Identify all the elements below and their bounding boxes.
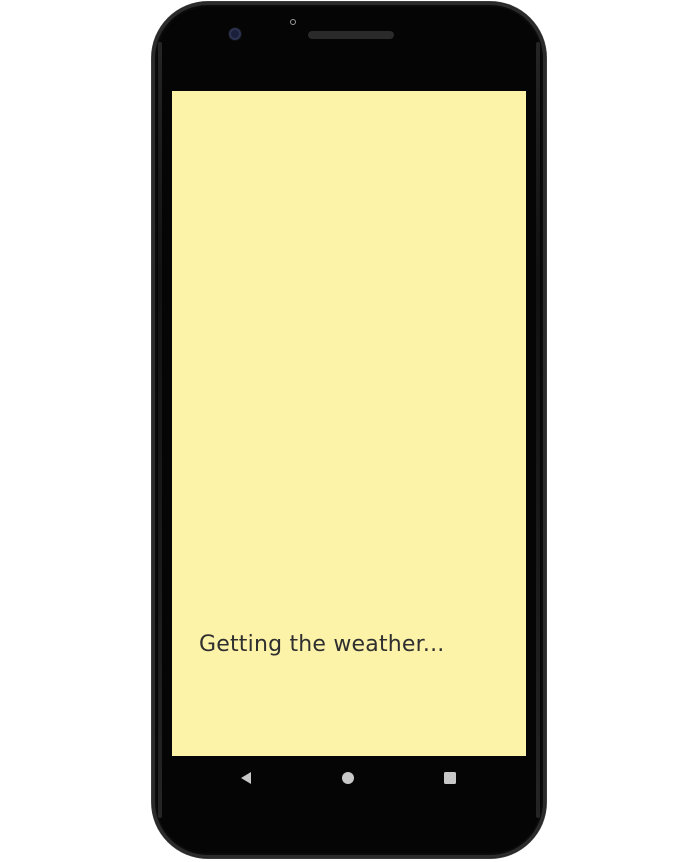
home-circle-icon — [342, 772, 354, 784]
phone-frame: Getting the weather... — [152, 2, 546, 858]
proximity-sensor — [290, 19, 296, 25]
recents-button[interactable] — [436, 764, 464, 792]
home-button[interactable] — [334, 764, 362, 792]
front-camera — [229, 28, 241, 40]
page: Getting the weather... — [0, 0, 700, 862]
back-triangle-icon — [241, 772, 251, 784]
system-navigation-bar — [172, 756, 526, 800]
loading-status-text: Getting the weather... — [199, 632, 445, 657]
earpiece-speaker — [308, 31, 394, 39]
app-screen: Getting the weather... — [172, 91, 526, 756]
back-button[interactable] — [232, 764, 260, 792]
recents-square-icon — [444, 772, 456, 784]
